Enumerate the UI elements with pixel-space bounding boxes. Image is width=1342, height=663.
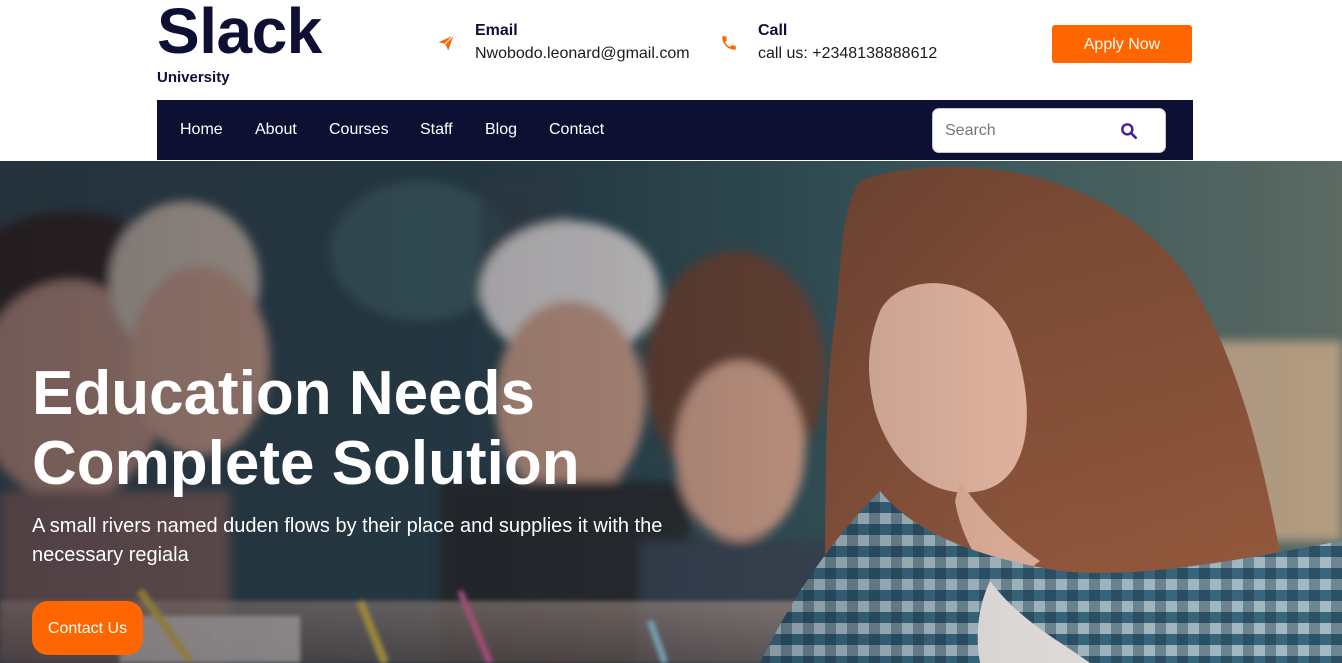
phone-icon: [722, 36, 736, 50]
paper-plane-icon: [438, 35, 454, 51]
brand-name[interactable]: Slack: [157, 0, 322, 64]
email-title: Email: [475, 22, 518, 39]
hero-title: Education Needs Complete Solution: [32, 359, 732, 499]
nav-item-home[interactable]: Home: [180, 100, 223, 160]
main-nav: Home About Courses Staff Blog Contact: [157, 100, 1193, 160]
search-input[interactable]: [943, 119, 1113, 143]
nav-item-blog[interactable]: Blog: [485, 100, 517, 160]
brand-subtitle: University: [157, 69, 230, 86]
search-icon[interactable]: [1119, 121, 1139, 141]
contact-us-button[interactable]: Contact Us: [32, 601, 143, 655]
hero-title-line-1: Education Needs: [32, 359, 535, 428]
nav-item-courses[interactable]: Courses: [329, 100, 389, 160]
hero-title-line-2: Complete Solution: [32, 429, 580, 498]
nav-item-contact[interactable]: Contact: [549, 100, 604, 160]
hero-description: A small rivers named duden flows by thei…: [32, 515, 663, 566]
nav-item-about[interactable]: About: [255, 100, 297, 160]
apply-now-button[interactable]: Apply Now: [1052, 25, 1192, 63]
call-title: Call: [758, 22, 788, 39]
call-contact: Call call us: +2348138888612: [720, 22, 960, 66]
nav-item-staff[interactable]: Staff: [420, 100, 453, 160]
search-box: [932, 108, 1166, 153]
phone-number[interactable]: call us: +2348138888612: [758, 45, 937, 63]
hero-section: Education Needs Complete Solution A smal…: [0, 161, 1342, 663]
email-address[interactable]: Nwobodo.leonard@gmail.com: [475, 45, 690, 63]
site-header: Slack University Email Nwobodo.leonard@g…: [0, 0, 1342, 100]
email-contact: Email Nwobodo.leonard@gmail.com: [437, 22, 707, 66]
